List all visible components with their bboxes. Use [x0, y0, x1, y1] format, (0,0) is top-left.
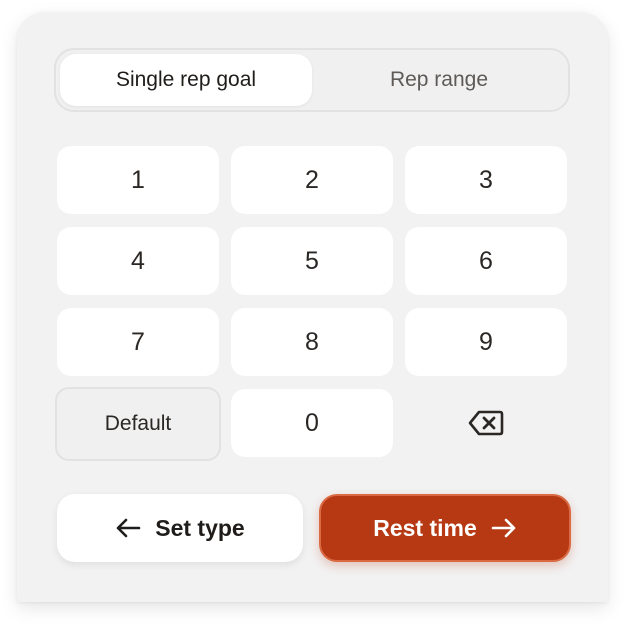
key-2[interactable]: 2: [231, 146, 393, 214]
key-6[interactable]: 6: [405, 227, 567, 295]
backspace-button[interactable]: [405, 389, 567, 457]
set-type-back-button[interactable]: Set type: [57, 494, 303, 562]
tab-rep-range[interactable]: Rep range: [314, 54, 564, 106]
rest-time-label: Rest time: [373, 514, 477, 541]
arrow-right-icon: [491, 517, 517, 539]
arrow-left-icon: [115, 517, 141, 539]
key-3[interactable]: 3: [405, 146, 567, 214]
key-8[interactable]: 8: [231, 308, 393, 376]
rest-time-next-button[interactable]: Rest time: [319, 494, 571, 562]
backspace-icon: [468, 409, 504, 437]
tab-single-rep-goal[interactable]: Single rep goal: [60, 54, 312, 106]
key-1[interactable]: 1: [57, 146, 219, 214]
rep-goal-panel: Single rep goal Rep range 1 2 3 4 5 6 7 …: [17, 12, 608, 602]
key-7[interactable]: 7: [57, 308, 219, 376]
key-0[interactable]: 0: [231, 389, 393, 457]
key-default[interactable]: Default: [55, 387, 221, 461]
key-4[interactable]: 4: [57, 227, 219, 295]
key-5[interactable]: 5: [231, 227, 393, 295]
key-9[interactable]: 9: [405, 308, 567, 376]
set-type-label: Set type: [155, 514, 245, 541]
goal-type-segmented-control: Single rep goal Rep range: [54, 48, 570, 112]
